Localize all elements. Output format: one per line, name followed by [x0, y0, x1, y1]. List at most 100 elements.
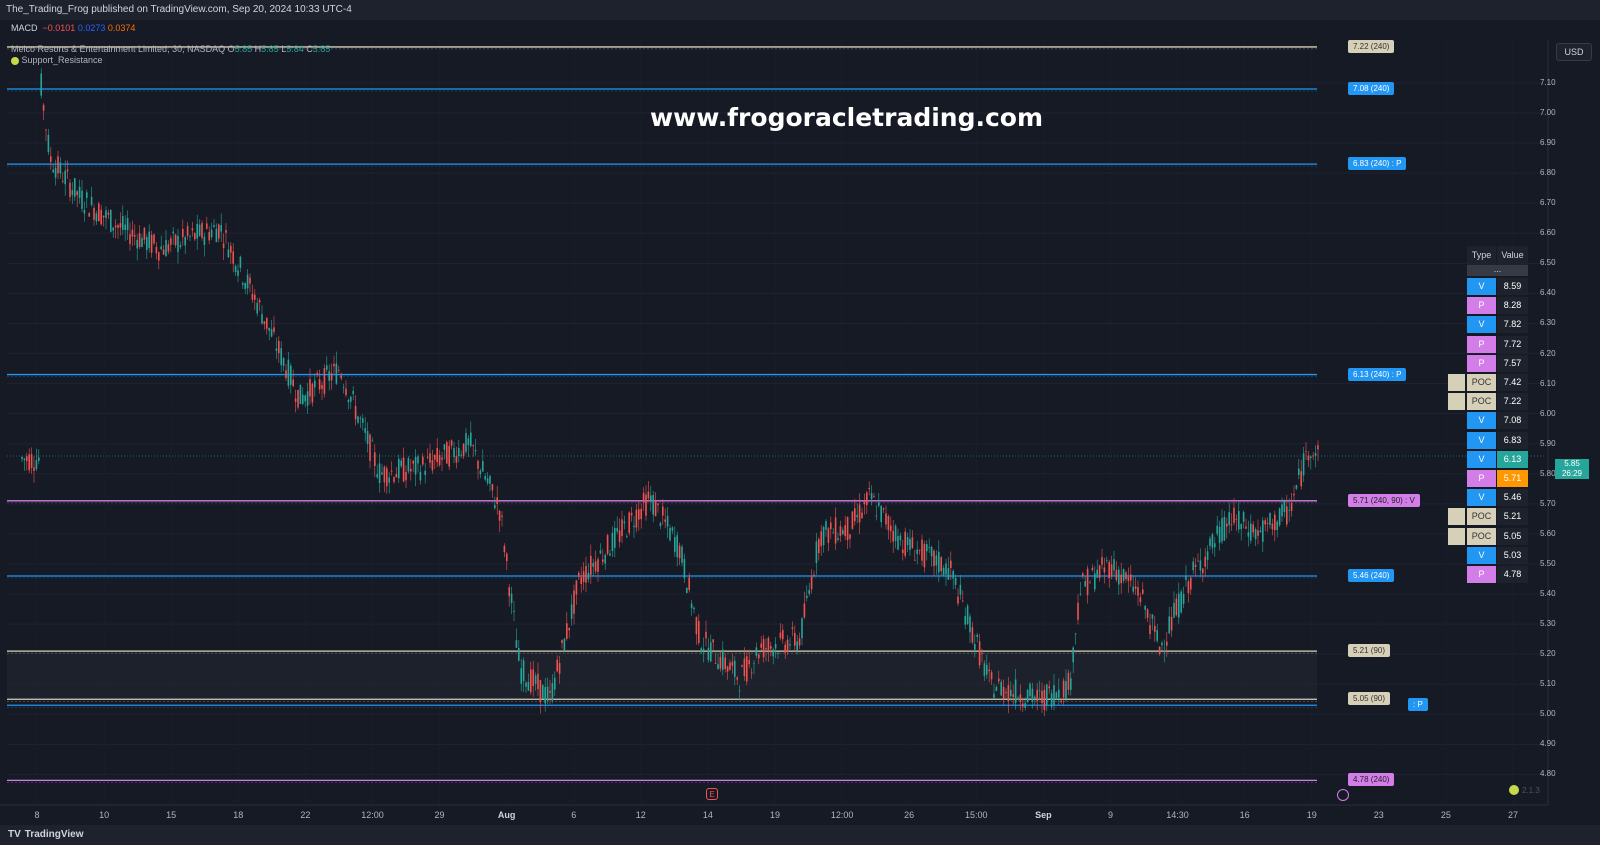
candle-body [794, 632, 796, 646]
candle-body [1170, 616, 1173, 631]
candle-body [1211, 534, 1214, 548]
candle-body [1156, 630, 1158, 641]
price-tick: 5.70 [1540, 498, 1556, 508]
time-tick: 12:00 [361, 810, 384, 820]
candle-body [566, 623, 568, 639]
candle-body [777, 653, 779, 654]
candle-body [726, 666, 729, 672]
time-tick: 19 [1306, 810, 1317, 820]
candle-body [1002, 686, 1005, 699]
dividend-icon[interactable] [1337, 789, 1349, 801]
sr-table-divider: ... [1467, 265, 1528, 276]
candle-body [1026, 689, 1029, 702]
candle-body [318, 379, 321, 390]
sr-value-cell: 7.82 [1497, 316, 1528, 334]
candle-body [460, 454, 462, 456]
candle-body [381, 472, 383, 475]
candle-body [894, 525, 897, 541]
candle-body [525, 682, 527, 687]
candle-body [1144, 605, 1146, 610]
candle-body [83, 209, 86, 214]
currency-button[interactable]: USD [1556, 43, 1592, 61]
candle-body [455, 456, 458, 463]
candle-body [203, 236, 206, 245]
candle-body [1108, 561, 1110, 579]
candle-body [54, 167, 57, 178]
candle-body [1166, 641, 1168, 646]
sr-level-label: : P [1408, 698, 1428, 712]
candle-body [717, 664, 719, 670]
symbol-name: Melco Resorts & Entertainment Limited, 3… [11, 44, 226, 54]
tradingview-logo[interactable]: TV TradingView [8, 829, 84, 840]
candle-body [885, 513, 887, 525]
candle-body [1192, 561, 1194, 571]
candle-body [522, 660, 525, 682]
candle-body [542, 685, 544, 699]
candle-body [587, 572, 590, 580]
high-value: 5.85 [261, 44, 279, 54]
candle-body [498, 510, 501, 521]
sr-type-cell: V [1467, 489, 1496, 507]
candle-body [873, 496, 875, 498]
candle-body [1271, 523, 1274, 530]
candle-body [314, 380, 316, 388]
candle-body [556, 659, 558, 672]
candle-body [599, 550, 602, 554]
symbol-legend[interactable]: Melco Resorts & Entertainment Limited, 3… [11, 44, 330, 54]
sr-value-cell: 6.13 [1497, 450, 1528, 468]
candle-body [1091, 567, 1094, 571]
candle-body [1278, 508, 1281, 526]
candle-body [815, 541, 818, 563]
candle-body [28, 454, 30, 471]
current-price-value: 5.85 [1564, 459, 1580, 468]
macd-legend[interactable]: MACD −0.0101 0.0273 0.0374 [11, 23, 135, 33]
candle-body [184, 237, 186, 246]
candle-body [1113, 559, 1115, 571]
candle-body [666, 516, 669, 527]
candle-body [638, 509, 640, 520]
candle-body [813, 574, 815, 576]
indicator-legend[interactable]: Support_Resistance [11, 55, 103, 65]
candle-body [878, 502, 880, 506]
candle-body [333, 364, 335, 367]
candle-body [966, 605, 969, 625]
candle-body [868, 487, 870, 490]
time-tick: 19 [769, 810, 781, 820]
candle-body [906, 536, 909, 546]
candle-body [702, 648, 705, 651]
candle-body [501, 515, 503, 518]
poc-marker [1448, 374, 1465, 391]
candle-body [1101, 557, 1103, 565]
candle-body [921, 539, 923, 561]
sr-level-label: 5.05 (90) [1348, 692, 1391, 706]
sr-value-cell: 7.57 [1497, 354, 1528, 372]
earnings-icon[interactable]: E [706, 788, 718, 800]
candle-body [671, 527, 674, 531]
candle-body [957, 596, 959, 604]
candle-body [1286, 506, 1288, 525]
macd-signal: 0.0273 [77, 23, 106, 33]
candle-body [659, 523, 662, 526]
candle-body [174, 234, 177, 246]
candle-body [76, 191, 78, 196]
candle-body [1132, 586, 1134, 592]
price-tick: 6.10 [1540, 378, 1556, 388]
candle-body [266, 317, 268, 329]
candle-body [124, 224, 126, 231]
candle-body [86, 192, 88, 199]
candle-body [990, 672, 993, 680]
candle-body [189, 235, 191, 237]
price-tick: 7.00 [1540, 108, 1556, 118]
candle-body [1204, 556, 1206, 567]
candle-body [1314, 453, 1317, 456]
candle-body [767, 637, 770, 650]
candle-body [978, 641, 981, 666]
candle-body [246, 274, 249, 289]
sr-level-label: 5.46 (240) [1348, 568, 1395, 582]
candle-body [98, 203, 100, 222]
candle-body [630, 512, 633, 516]
time-tick: Aug [497, 810, 516, 820]
time-tick: 26 [904, 810, 915, 820]
bar-countdown: 26:29 [1561, 469, 1583, 478]
candle-body [688, 577, 690, 590]
